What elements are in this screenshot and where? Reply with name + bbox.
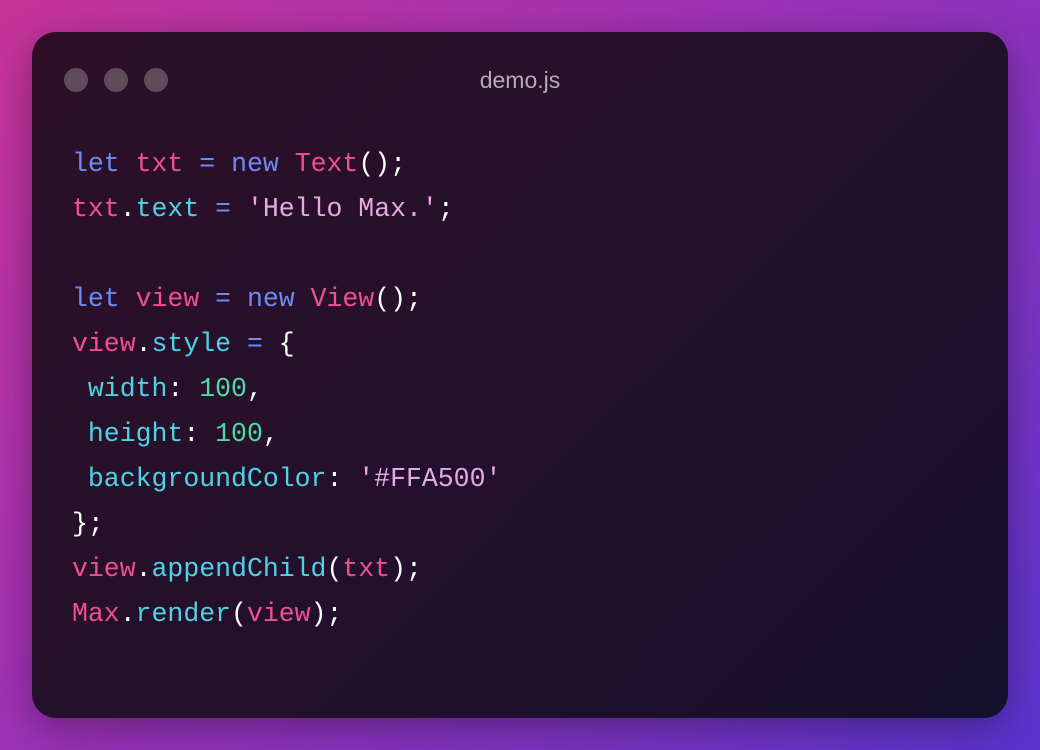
code-token: height xyxy=(87,419,184,449)
code-token: txt xyxy=(135,149,184,179)
code-token: : xyxy=(167,374,200,404)
code-line: }; xyxy=(72,502,501,547)
code-token: '#FFA500' xyxy=(358,464,502,494)
code-token: ( xyxy=(231,599,247,629)
code-line: width: 100, xyxy=(72,367,501,412)
code-token: view xyxy=(246,599,311,629)
code-token: view xyxy=(72,554,136,584)
code-token: text xyxy=(135,194,200,224)
code-line: let txt = new Text(); xyxy=(72,142,501,187)
code-token: ); xyxy=(310,599,343,629)
code-token: = xyxy=(215,194,232,224)
code-token: }; xyxy=(72,509,104,539)
code-token: txt xyxy=(342,554,391,584)
code-token: let xyxy=(72,284,120,314)
code-token: , xyxy=(262,419,279,449)
code-window: demo.js let txt = new Text(); txt.text = … xyxy=(32,32,1008,718)
code-token: . xyxy=(135,329,152,359)
code-line: view.style = { xyxy=(72,322,501,367)
code-token: backgroundColor xyxy=(87,464,327,494)
code-token: = xyxy=(215,284,232,314)
code-token: 100 xyxy=(199,374,247,404)
code-line: height: 100, xyxy=(72,412,501,457)
code-line: txt.text = 'Hello Max.'; xyxy=(72,187,501,232)
code-token: width xyxy=(87,374,168,404)
code-token: = xyxy=(246,329,263,359)
code-token: (); xyxy=(374,284,422,314)
code-token: View xyxy=(310,284,375,314)
code-token: new xyxy=(231,149,279,179)
code-line: backgroundColor: '#FFA500' xyxy=(72,457,501,502)
code-line: let view = new View(); xyxy=(72,277,501,322)
code-token: view xyxy=(135,284,200,314)
window-title: demo.js xyxy=(479,67,561,93)
code-token: new xyxy=(246,284,295,314)
window-titlebar: demo.js xyxy=(32,32,1008,128)
code-token: ; xyxy=(437,194,454,224)
code-token: style xyxy=(151,329,232,359)
code-token: . xyxy=(135,554,152,584)
code-token: : xyxy=(183,419,216,449)
code-token: Max xyxy=(72,599,120,629)
code-token: : xyxy=(326,464,359,494)
code-token: view xyxy=(72,329,136,359)
code-token: { xyxy=(262,329,295,359)
code-block: let txt = new Text(); txt.text = 'Hello M… xyxy=(72,142,501,637)
code-token: = xyxy=(199,149,216,179)
code-token: appendChild xyxy=(151,554,327,584)
code-token: , xyxy=(246,374,263,404)
code-token: ); xyxy=(390,554,422,584)
code-token: (); xyxy=(358,149,407,179)
code-token: 100 xyxy=(215,419,263,449)
code-token: . xyxy=(119,599,136,629)
code-token: Text xyxy=(294,149,359,179)
code-token: ( xyxy=(326,554,343,584)
code-line: view.appendChild(txt); xyxy=(72,547,501,592)
code-token: . xyxy=(119,194,136,224)
code-token: 'Hello Max.' xyxy=(246,194,438,224)
code-token: txt xyxy=(72,194,120,224)
code-token: render xyxy=(135,599,232,629)
code-token: let xyxy=(72,149,120,179)
code-line: Max.render(view); xyxy=(72,592,501,637)
